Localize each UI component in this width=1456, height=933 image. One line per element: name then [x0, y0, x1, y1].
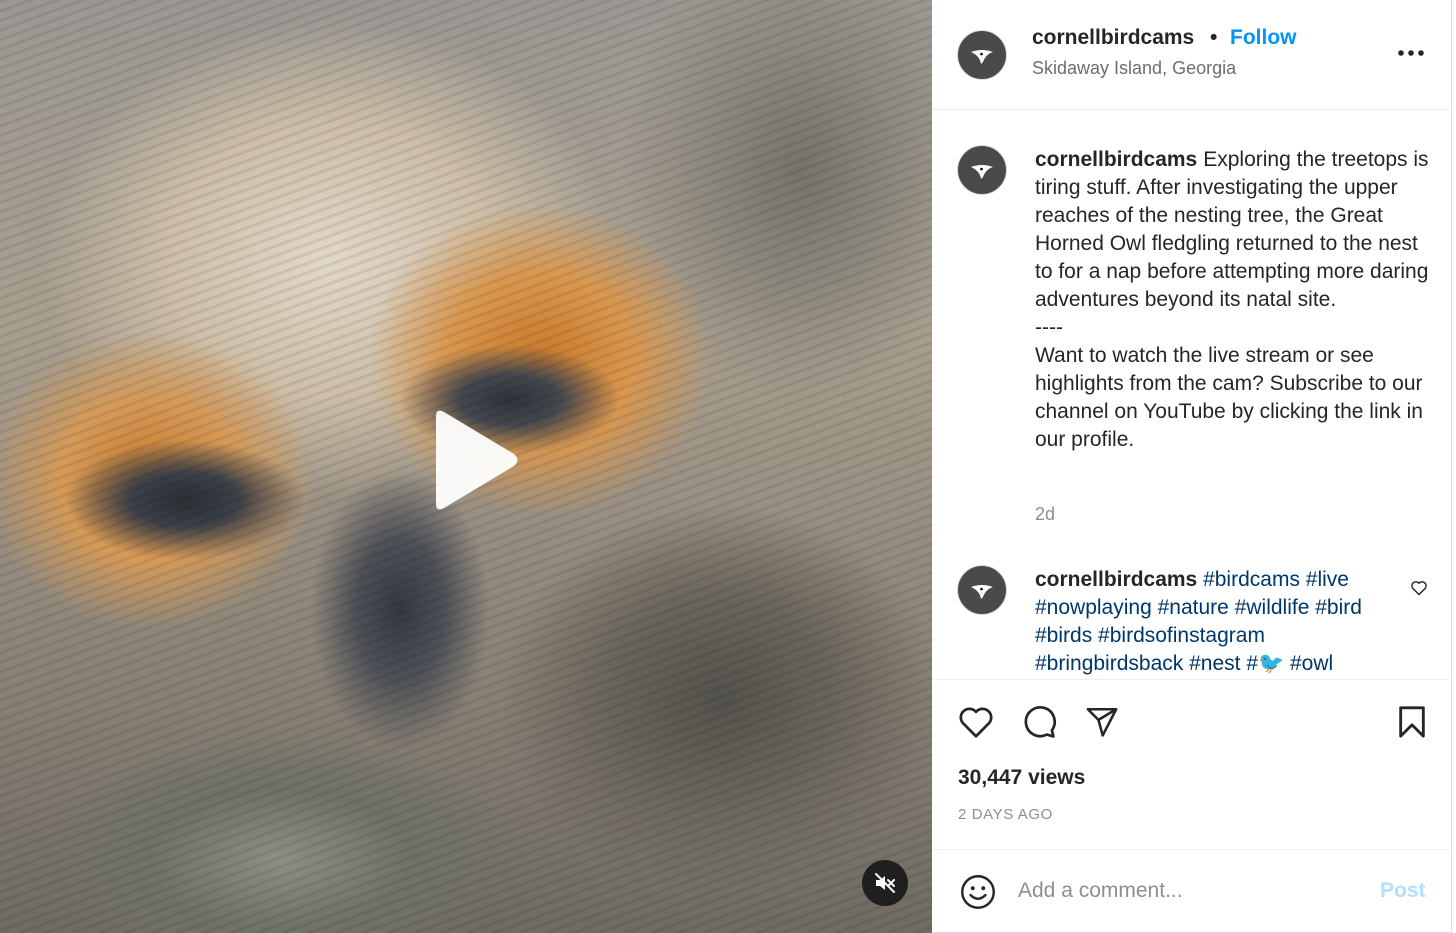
play-button[interactable]: [420, 408, 524, 512]
avatar[interactable]: [957, 565, 1007, 615]
hashtag-link[interactable]: #live: [1306, 568, 1349, 591]
post-actions: 30,447 views 2 DAYS AGO: [932, 679, 1452, 849]
caption-text-block: cornellbirdcams Exploring the treetops is…: [1035, 146, 1435, 454]
post-location[interactable]: Skidaway Island, Georgia: [1032, 58, 1236, 79]
hashtag-link[interactable]: #birdcams: [1203, 568, 1300, 591]
hashtag-link[interactable]: #bird: [1315, 596, 1362, 619]
more-options-icon: [1398, 50, 1424, 56]
hashtag-link[interactable]: #bringbirdsback: [1035, 652, 1183, 675]
like-button[interactable]: [956, 702, 996, 742]
comment-button[interactable]: [1019, 702, 1059, 742]
share-button[interactable]: [1082, 702, 1122, 742]
hashtag-link[interactable]: #nest: [1189, 652, 1240, 675]
like-comment-button[interactable]: [1410, 580, 1428, 601]
mute-toggle-button[interactable]: [862, 860, 908, 906]
hashtag-link[interactable]: #nowplaying: [1035, 596, 1152, 619]
post-author-username[interactable]: cornellbirdcams: [1032, 26, 1194, 50]
avatar[interactable]: [957, 145, 1007, 195]
post-comment-button[interactable]: Post: [1380, 879, 1426, 903]
hashtag-link[interactable]: #wildlife: [1235, 596, 1310, 619]
bird-logo-icon: [971, 50, 993, 64]
paper-plane-icon: [1086, 707, 1118, 737]
comment-text-block: cornellbirdcams #birdcams #live #nowplay…: [1035, 566, 1405, 678]
emoji-button[interactable]: [958, 872, 998, 912]
follow-button[interactable]: Follow: [1230, 26, 1297, 50]
hashtag-link[interactable]: #birds: [1035, 624, 1092, 647]
heart-icon: [959, 707, 993, 738]
comment-username[interactable]: cornellbirdcams: [1035, 568, 1197, 591]
comment-bubble-icon: [1024, 706, 1057, 738]
comments-list[interactable]: cornellbirdcams Exploring the treetops is…: [932, 111, 1452, 679]
caption-username[interactable]: cornellbirdcams: [1035, 148, 1197, 171]
bookmark-icon: [1399, 706, 1425, 738]
hashtag-link[interactable]: #birdsofinstagram: [1098, 624, 1265, 647]
post-date[interactable]: 2 DAYS AGO: [958, 806, 1053, 823]
comment-input[interactable]: [1018, 874, 1358, 908]
add-comment-bar: Post: [932, 849, 1452, 933]
post-header: cornellbirdcams • Follow Skidaway Island…: [932, 0, 1452, 110]
post-side-panel: cornellbirdcams • Follow Skidaway Island…: [932, 0, 1452, 933]
separator-dot: •: [1210, 26, 1218, 49]
caption-timestamp[interactable]: 2d: [1035, 504, 1055, 525]
muted-speaker-icon: [875, 873, 895, 893]
caption-text: Exploring the treetops is tiring stuff. …: [1035, 148, 1429, 451]
bird-logo-icon: [971, 165, 993, 179]
smiley-icon: [961, 875, 995, 909]
bird-logo-icon: [971, 585, 993, 599]
more-options-button[interactable]: [1394, 38, 1428, 68]
post-video[interactable]: [0, 0, 932, 933]
hashtag-link[interactable]: #🐦: [1246, 652, 1284, 675]
play-icon: [436, 410, 518, 510]
save-button[interactable]: [1392, 702, 1432, 742]
heart-icon: [1411, 581, 1427, 596]
avatar[interactable]: [957, 30, 1007, 80]
hashtag-link[interactable]: #nature: [1158, 596, 1229, 619]
view-count[interactable]: 30,447 views: [958, 766, 1085, 790]
hashtag-link[interactable]: #owl: [1290, 652, 1333, 675]
